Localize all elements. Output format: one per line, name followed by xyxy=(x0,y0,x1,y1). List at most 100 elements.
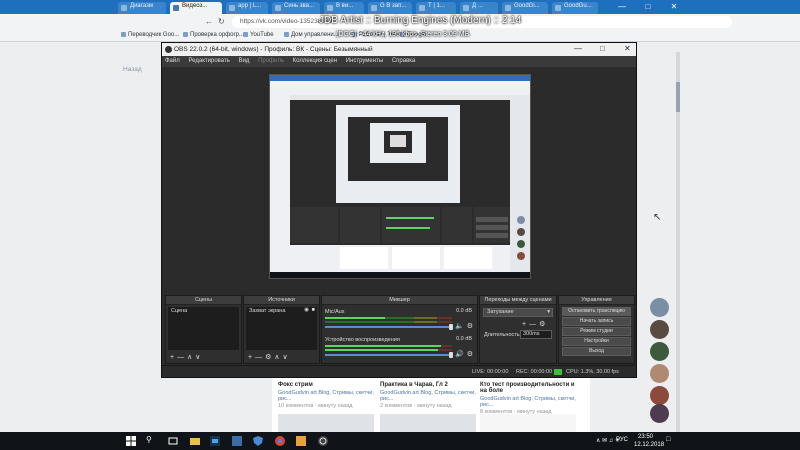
menu-file[interactable]: Файл xyxy=(165,58,180,64)
volume-slider-handle[interactable] xyxy=(449,352,453,358)
windows-taskbar: ⚲ ∧ ✉ ♫ ☀ РУС 23:50 12.12.2018 □ xyxy=(0,432,800,450)
task-view-icon[interactable] xyxy=(168,436,178,446)
windows-start-icon[interactable] xyxy=(126,436,136,446)
bookmark-link[interactable]: Переводчик Goo... xyxy=(121,32,179,38)
close-icon[interactable]: ✕ xyxy=(662,0,686,14)
volume-slider[interactable] xyxy=(325,326,452,328)
video-thumbnail[interactable] xyxy=(278,414,374,432)
muted-speaker-icon[interactable]: 🔈 xyxy=(455,322,464,330)
browser-tab[interactable]: G В зап... xyxy=(368,2,412,14)
avatar[interactable] xyxy=(650,320,669,339)
avatar[interactable] xyxy=(650,342,669,361)
tab-favicon-icon xyxy=(121,5,127,11)
avatar[interactable] xyxy=(650,386,669,405)
tab-favicon-icon xyxy=(505,5,511,11)
video-card[interactable]: Фокс стрим GoodGudvin art Blog, Стримы, … xyxy=(278,382,376,409)
move-down-icon[interactable]: ∨ xyxy=(195,354,203,361)
duration-input[interactable]: 300ms xyxy=(520,330,552,339)
video-card-channel: GoodGudvin art Blog, Стримы, скетчи, рис… xyxy=(480,396,576,408)
browser-tab[interactable]: Синь зва... xyxy=(272,2,320,14)
move-down-icon[interactable]: ∨ xyxy=(283,354,291,361)
app-icon[interactable] xyxy=(232,436,242,446)
scenes-list[interactable]: Сцена xyxy=(168,307,239,350)
audio-meter-level xyxy=(325,349,439,351)
sources-list[interactable]: Захват экрана ◉ ■ xyxy=(246,307,317,350)
remove-icon[interactable]: — xyxy=(255,354,265,361)
bookmark-link[interactable]: Проверка орфогр... xyxy=(183,32,244,38)
browser-tab[interactable]: Т | 1... xyxy=(416,2,456,14)
video-card-meta: 10 комментов · минуту назад xyxy=(278,403,353,409)
gear-icon[interactable]: ⚙ xyxy=(467,322,473,330)
search-icon[interactable]: ⚲ xyxy=(146,435,152,444)
gear-icon[interactable]: ⚙ xyxy=(265,354,274,361)
studio-mode-button[interactable]: Режим студии xyxy=(562,327,631,336)
menu-tools[interactable]: Инструменты xyxy=(346,58,383,64)
stop-streaming-button[interactable]: Остановить трансляцию xyxy=(562,307,631,316)
bookmark-link[interactable]: Дом управлени... xyxy=(284,32,339,38)
video-card[interactable]: Кто тест производительности и на боле Go… xyxy=(480,382,578,415)
menu-help[interactable]: Справка xyxy=(392,58,416,64)
start-recording-button[interactable]: Начать запись xyxy=(562,317,631,326)
file-explorer-icon[interactable] xyxy=(190,436,200,446)
move-up-icon[interactable]: ∧ xyxy=(274,354,282,361)
vk-back-link[interactable]: Назад xyxy=(123,66,142,73)
gear-icon[interactable]: ⚙ xyxy=(539,321,548,328)
video-thumbnail[interactable] xyxy=(380,414,476,432)
notifications-icon[interactable]: □ xyxy=(666,436,670,443)
browser-tab-active[interactable]: Видеоз... xyxy=(170,2,222,14)
clock-time[interactable]: 23:50 xyxy=(638,434,653,440)
keyboard-language[interactable]: РУС xyxy=(616,437,628,443)
scenes-controls: +—∧∨ xyxy=(170,353,203,361)
clock-date[interactable]: 12.12.2018 xyxy=(634,442,664,448)
tab-favicon-icon xyxy=(371,5,377,11)
scene-item[interactable]: Сцена xyxy=(168,307,239,315)
menu-profile[interactable]: Профиль xyxy=(258,58,284,64)
exit-button[interactable]: Выход xyxy=(562,347,631,356)
chevron-down-icon: ▾ xyxy=(547,309,550,315)
minimize-icon[interactable]: — xyxy=(574,44,582,53)
remove-icon[interactable]: — xyxy=(529,321,539,328)
source-item[interactable]: Захват экрана ◉ ■ xyxy=(246,307,317,315)
speaker-icon[interactable]: 🔊 xyxy=(455,350,464,358)
obs-icon[interactable] xyxy=(318,436,328,446)
aimp-player-icon[interactable] xyxy=(296,436,306,446)
maximize-icon[interactable]: □ xyxy=(636,0,660,14)
browser-tab[interactable]: GoodGu... xyxy=(552,2,598,14)
menu-edit[interactable]: Редактировать xyxy=(188,58,229,64)
reload-icon[interactable]: ↻ xyxy=(218,17,225,26)
chrome-icon[interactable] xyxy=(275,436,285,446)
settings-button[interactable]: Настройки xyxy=(562,337,631,346)
volume-slider-handle[interactable] xyxy=(449,324,453,330)
gear-icon[interactable]: ⚙ xyxy=(467,350,473,358)
avatar[interactable] xyxy=(650,364,669,383)
video-card[interactable]: Практика в Чарав, Гл 2 GoodGudvin art Bl… xyxy=(380,382,478,409)
video-thumbnail[interactable] xyxy=(480,414,576,432)
transition-type-select[interactable]: Затухание ▾ xyxy=(483,308,553,317)
obs-preview-canvas[interactable] xyxy=(269,74,531,279)
maximize-icon[interactable]: □ xyxy=(600,44,605,53)
remove-icon[interactable]: — xyxy=(177,354,187,361)
minimize-icon[interactable]: — xyxy=(610,0,634,14)
photoshop-icon[interactable] xyxy=(210,436,220,446)
avatar[interactable] xyxy=(650,404,669,423)
browser-tab[interactable]: Диагазм xyxy=(118,2,166,14)
back-arrow-icon[interactable]: ← xyxy=(205,17,213,26)
scrollbar-thumb[interactable] xyxy=(676,82,680,112)
bookmark-link[interactable]: YouTube xyxy=(243,32,274,38)
browser-tab[interactable]: GoodGi... xyxy=(502,2,548,14)
lock-icon[interactable]: ■ xyxy=(312,307,315,313)
live-timer: LIVE: 00:00:00 xyxy=(472,369,509,375)
browser-tab[interactable]: Д ... xyxy=(460,2,498,14)
volume-slider[interactable] xyxy=(325,354,452,356)
eye-icon[interactable]: ◉ xyxy=(304,307,309,313)
avatar[interactable] xyxy=(650,298,669,317)
browser-tab[interactable]: app | L... xyxy=(226,2,268,14)
menu-scene-collection[interactable]: Коллекция сцен xyxy=(293,58,337,64)
browser-tab[interactable]: В ви... xyxy=(324,2,364,14)
transitions-dock-title: Переходы между сценами xyxy=(480,296,556,305)
move-up-icon[interactable]: ∧ xyxy=(187,354,195,361)
security-shield-icon[interactable] xyxy=(253,436,263,446)
menu-view[interactable]: Вид xyxy=(239,58,250,64)
close-icon[interactable]: ✕ xyxy=(624,44,631,53)
mixer-channel-name: Устройство воспроизведения xyxy=(325,337,400,343)
